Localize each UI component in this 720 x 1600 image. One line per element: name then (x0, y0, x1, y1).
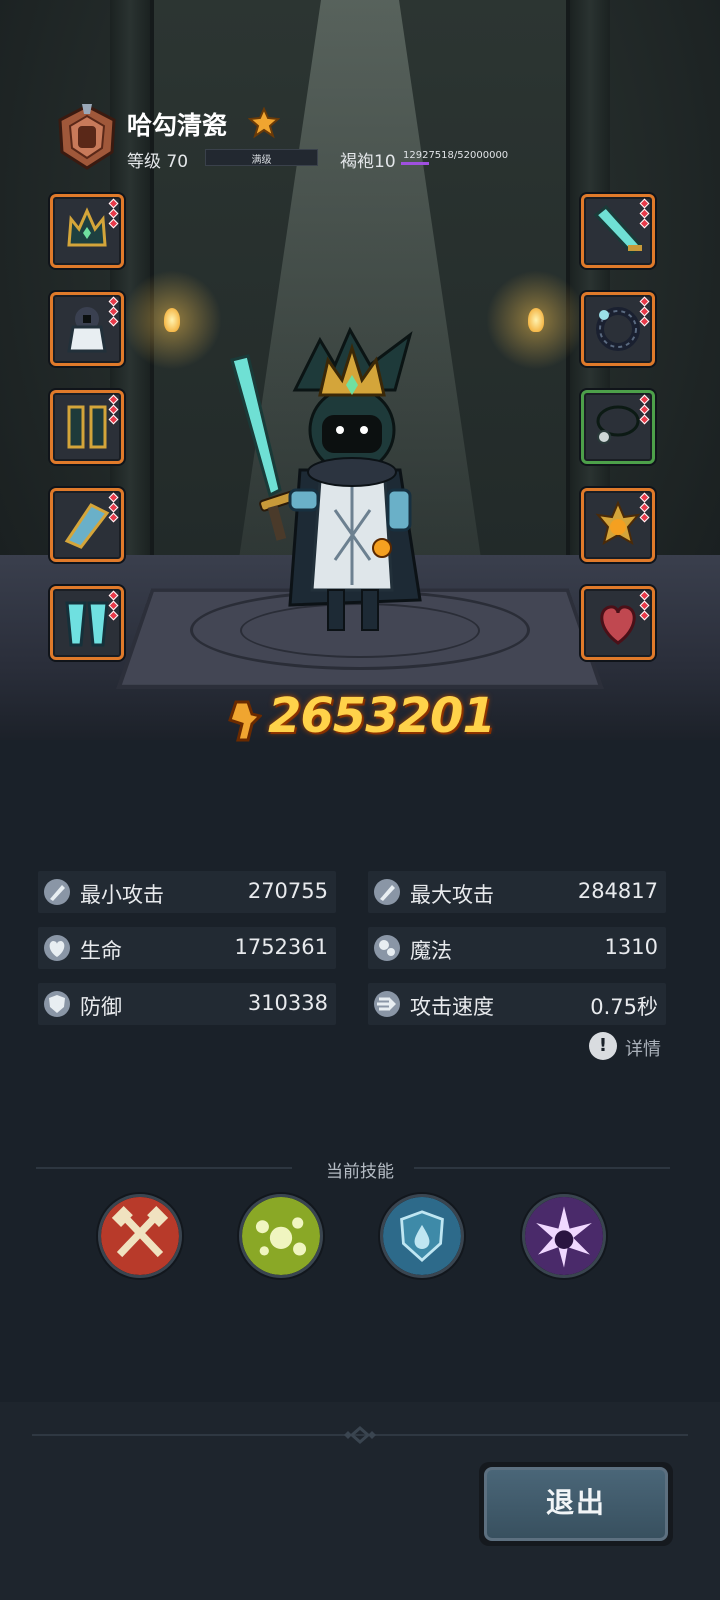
equip-slot-necklace[interactable] (581, 390, 655, 464)
heart-relic-icon (600, 605, 636, 645)
combat-power-value: 2653201 (268, 688, 496, 744)
stat-hp: 生命 1752361 (38, 927, 336, 969)
robe-progress-text: 12927518/52000000 (403, 150, 509, 161)
skill-slot-2[interactable] (239, 1194, 323, 1278)
crystal-sword-icon (593, 205, 643, 256)
skill-slot-1[interactable] (98, 1194, 182, 1278)
stat-value: 284817 (577, 879, 658, 903)
stat-attack-speed: 攻击速度 0.75秒 (368, 983, 666, 1025)
player-name: 哈勾清瓷 (127, 111, 228, 140)
sword-icon (374, 879, 400, 905)
armor-crest-icon[interactable] (52, 102, 122, 172)
power-fist-icon (228, 700, 262, 742)
boots-icon (67, 405, 107, 449)
stat-label: 魔法 (410, 939, 452, 963)
divider-ornament-icon (344, 1426, 376, 1444)
skill-slot-3[interactable] (380, 1194, 464, 1278)
pillar (570, 0, 610, 560)
stat-value: 0.75秒 (590, 995, 658, 1019)
necklace-icon (596, 405, 640, 444)
chest-armor-icon (67, 307, 107, 353)
sword-icon (44, 879, 70, 905)
skills-divider-left (36, 1167, 292, 1169)
robe-label: 褐袍10 (340, 152, 396, 172)
equip-slot-ring[interactable] (581, 292, 655, 366)
stat-min-attack: 最小攻击 270755 (38, 871, 336, 913)
stat-value: 270755 (247, 879, 328, 903)
magic-icon (374, 935, 400, 961)
speed-icon (374, 991, 400, 1017)
stat-value: 1310 (604, 935, 658, 959)
torch-icon (486, 270, 586, 370)
equip-slot-boots[interactable] (50, 390, 124, 464)
level-progress-bar: 满级 (205, 149, 318, 166)
gold-star-badge-icon (248, 107, 280, 139)
dark-burst-icon (525, 1197, 603, 1275)
stat-label: 防御 (80, 995, 122, 1019)
equip-slot-helmet[interactable] (50, 194, 124, 268)
stat-label: 最大攻击 (410, 883, 494, 907)
equip-slot-bracer[interactable] (50, 488, 124, 562)
stat-label: 生命 (80, 939, 122, 963)
equip-slot-legs[interactable] (50, 586, 124, 660)
skill-slot-4[interactable] (522, 1194, 606, 1278)
stat-value: 310338 (247, 991, 328, 1015)
bracer-icon (64, 503, 110, 549)
stat-value: 1752361 (234, 935, 328, 959)
exit-button-label: 退出 (484, 1467, 668, 1541)
crown-helmet-icon (67, 207, 107, 247)
exit-button[interactable]: 退出 (479, 1462, 673, 1546)
equip-slot-amulet[interactable] (581, 488, 655, 562)
level-bar-text: 满级 (251, 155, 272, 166)
stat-defense: 防御 310338 (38, 983, 336, 1025)
stat-mp: 魔法 1310 (368, 927, 666, 969)
robe-progress-fill (401, 162, 429, 165)
flame-amulet-icon (595, 500, 641, 546)
heart-icon (44, 935, 70, 961)
equip-slot-weapon[interactable] (581, 194, 655, 268)
exclamation-icon: ! (589, 1032, 617, 1060)
water-shield-icon (383, 1197, 461, 1275)
torch-icon (122, 270, 222, 370)
level-label: 等级 70 (127, 152, 189, 172)
crossed-axes-icon (101, 1197, 179, 1275)
dark-ring-icon (596, 307, 640, 351)
bubbles-icon (242, 1197, 320, 1275)
robe-progress-bar: 12927518/52000000 (401, 149, 513, 166)
leg-armor-icon (65, 601, 109, 647)
skills-title: 当前技能 (326, 1162, 394, 1182)
details-label: 详情 (625, 1039, 661, 1060)
equip-slot-chest[interactable] (50, 292, 124, 366)
stat-max-attack: 最大攻击 284817 (368, 871, 666, 913)
shield-icon (44, 991, 70, 1017)
equip-slot-relic[interactable] (581, 586, 655, 660)
hero-character (230, 326, 422, 631)
stat-label: 最小攻击 (80, 883, 164, 907)
stat-label: 攻击速度 (410, 995, 494, 1019)
skills-divider-right (414, 1167, 670, 1169)
